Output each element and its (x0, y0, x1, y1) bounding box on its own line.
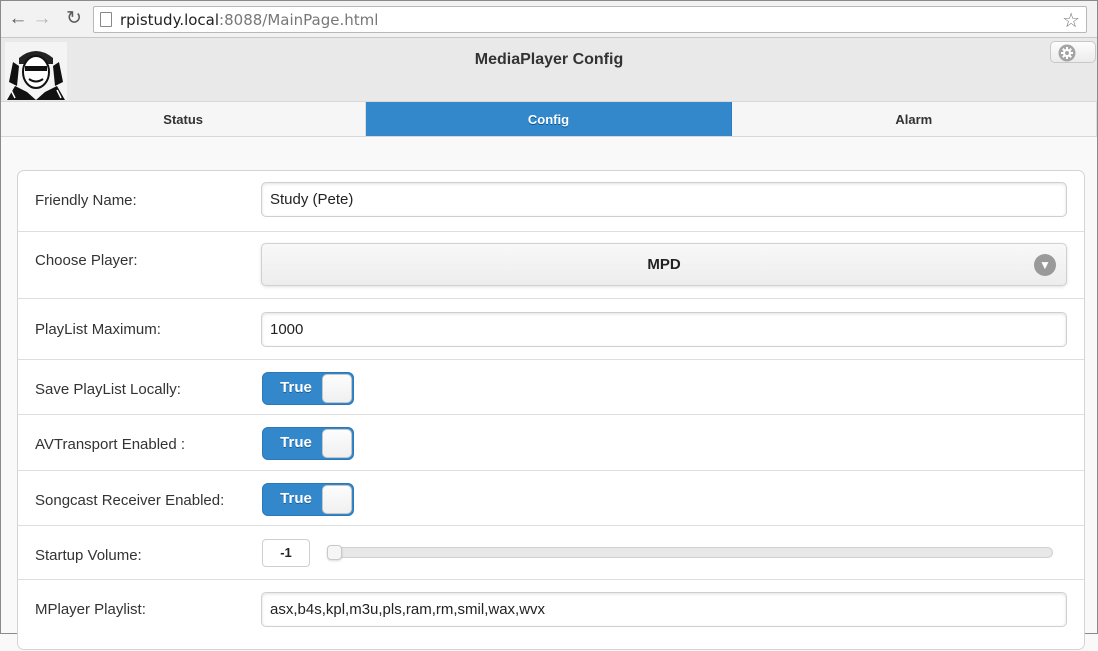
mplayer-playlist-input[interactable]: asx,b4s,kpl,m3u,pls,ram,rm,smil,wax,wvx (261, 592, 1067, 627)
tab-config[interactable]: Config (366, 102, 732, 136)
volume-slider[interactable] (327, 545, 1053, 560)
url-host: rpistudy.local (120, 11, 220, 29)
avtransport-toggle[interactable]: True (262, 427, 354, 460)
reload-icon[interactable]: ↻ (63, 8, 85, 30)
save-playlist-label: Save PlayList Locally: (35, 381, 181, 398)
friendly-name-value: Study (Pete) (270, 191, 354, 208)
save-playlist-row: Save PlayList Locally: True (18, 360, 1084, 415)
playlist-max-row: PlayList Maximum: 1000 (18, 299, 1084, 360)
player-select[interactable]: MPD ▼ (261, 243, 1067, 286)
mplayer-playlist-value: asx,b4s,kpl,m3u,pls,ram,rm,smil,wax,wvx (270, 601, 546, 618)
playlist-max-label: PlayList Maximum: (35, 321, 161, 338)
startup-volume-input[interactable]: -1 (262, 539, 310, 567)
toggle-handle[interactable] (322, 429, 352, 458)
mplayer-playlist-label: MPlayer Playlist: (35, 601, 146, 618)
friendly-name-row: Friendly Name: Study (Pete) (18, 171, 1084, 232)
address-bar[interactable]: rpistudy.local:8088/MainPage.html ☆ (93, 6, 1087, 33)
url-path: :8088/MainPage.html (219, 11, 379, 29)
forward-icon[interactable]: → (31, 8, 53, 30)
mplayer-playlist-row: MPlayer Playlist: asx,b4s,kpl,m3u,pls,ra… (18, 580, 1084, 651)
avtransport-label: AVTransport Enabled : (35, 436, 186, 453)
tab-alarm[interactable]: Alarm (731, 102, 1097, 136)
app-header: MediaPlayer Config (1, 38, 1097, 102)
choose-player-row: Choose Player: MPD ▼ (18, 232, 1084, 299)
back-icon[interactable]: ← (7, 8, 29, 30)
avtransport-row: AVTransport Enabled : True (18, 415, 1084, 471)
browser-toolbar: ← → ↻ rpistudy.local:8088/MainPage.html … (1, 1, 1097, 38)
playlist-max-value: 1000 (270, 321, 304, 338)
toggle-handle[interactable] (322, 485, 352, 514)
save-playlist-toggle-label: True (280, 379, 312, 396)
page-title: MediaPlayer Config (474, 51, 624, 68)
page-icon (100, 12, 112, 27)
url-text[interactable]: rpistudy.local:8088/MainPage.html (120, 11, 378, 29)
tab-status[interactable]: Status (1, 102, 367, 136)
startup-volume-label: Startup Volume: (35, 547, 142, 564)
choose-player-label: Choose Player: (35, 252, 138, 269)
player-select-value: MPD (647, 256, 681, 273)
toggle-handle[interactable] (322, 374, 352, 403)
star-icon[interactable]: ☆ (1062, 8, 1080, 33)
friendly-name-label: Friendly Name: (35, 192, 137, 209)
config-form: Friendly Name: Study (Pete) Choose Playe… (17, 170, 1085, 650)
friendly-name-input[interactable]: Study (Pete) (261, 182, 1067, 217)
gear-icon (1058, 44, 1076, 62)
chevron-down-icon: ▼ (1034, 254, 1056, 276)
volume-slider-handle[interactable] (327, 545, 342, 560)
avtransport-toggle-label: True (280, 434, 312, 451)
playlist-max-input[interactable]: 1000 (261, 312, 1067, 347)
startup-volume-row: Startup Volume: -1 (18, 526, 1084, 580)
save-playlist-toggle[interactable]: True (262, 372, 354, 405)
songcast-toggle[interactable]: True (262, 483, 354, 516)
songcast-row: Songcast Receiver Enabled: True (18, 471, 1084, 526)
songcast-toggle-label: True (280, 490, 312, 507)
songcast-label: Songcast Receiver Enabled: (35, 492, 225, 509)
settings-button[interactable] (1050, 41, 1096, 63)
tab-bar: Status Config Alarm (1, 102, 1097, 137)
